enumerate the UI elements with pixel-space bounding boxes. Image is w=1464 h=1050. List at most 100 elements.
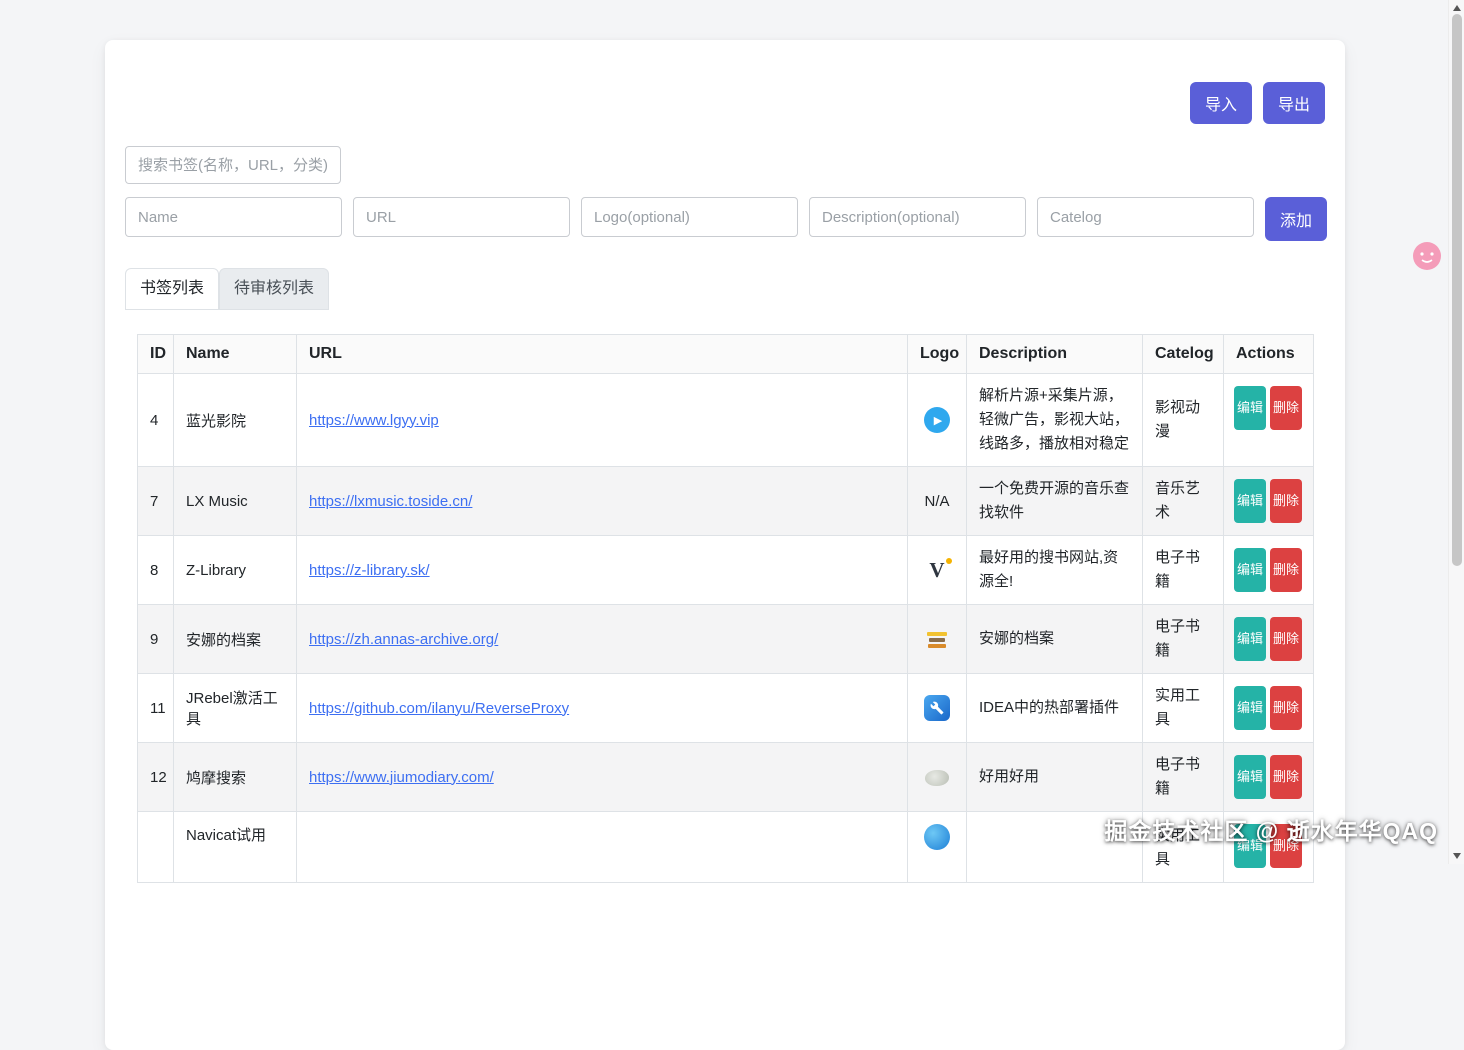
table-body: 4蓝光影院 https://www.lgyy.vip ▶ 解析片源+采集片源，轻微广告… — [138, 374, 1314, 883]
scrollbar-up-arrow-icon[interactable] — [1453, 5, 1461, 11]
name-field[interactable] — [125, 197, 342, 237]
cell-id: 4 — [138, 374, 174, 467]
na-logo-text: N/A — [924, 493, 949, 510]
bookmark-link[interactable]: https://z-library.sk/ — [309, 562, 430, 579]
tabs: 书签列表待审核列表 — [125, 268, 1325, 310]
cell-catelog: 影视动漫 — [1143, 374, 1224, 467]
cell-catelog: 电子书籍 — [1143, 743, 1224, 812]
export-button[interactable]: 导出 — [1263, 82, 1325, 124]
zlibrary-logo-icon: V — [929, 558, 944, 582]
tab-bookmarks[interactable]: 书签列表 — [125, 268, 219, 310]
column-header-url: URL — [297, 335, 908, 374]
table-row: 11JRebel激活工具 https://github.com/ilanyu/Re… — [138, 674, 1314, 743]
logo-field[interactable] — [581, 197, 798, 237]
cell-actions: 编辑删除 — [1224, 536, 1314, 605]
url-field[interactable] — [353, 197, 570, 237]
bookmark-link[interactable]: https://lxmusic.toside.cn/ — [309, 493, 472, 510]
annas-archive-logo-icon — [927, 632, 947, 648]
cell-name: JRebel激活工具 — [174, 674, 297, 743]
table-header-row: IDNameURLLogoDescriptionCatelogActions — [138, 335, 1314, 374]
cell-name: Z-Library — [174, 536, 297, 605]
cell-catelog: 电子书籍 — [1143, 536, 1224, 605]
import-button[interactable]: 导入 — [1190, 82, 1252, 124]
add-bookmark-form: 添加 — [125, 197, 1325, 241]
play-logo-icon: ▶ — [924, 407, 950, 433]
delete-button[interactable]: 删除 — [1270, 686, 1302, 730]
floating-widget-button[interactable] — [1412, 241, 1442, 271]
delete-button[interactable]: 删除 — [1270, 386, 1302, 430]
cell-name: 鸠摩搜索 — [174, 743, 297, 812]
cell-description: 最好用的搜书网站,资源全! — [967, 536, 1143, 605]
cell-id — [138, 812, 174, 883]
table-row: 12鸠摩搜索https://www.jiumodiary.com/好用好用电子书… — [138, 743, 1314, 812]
search-row — [125, 146, 1325, 184]
table-row: 4蓝光影院 https://www.lgyy.vip ▶ 解析片源+采集片源，轻微广告… — [138, 374, 1314, 467]
cell-id: 8 — [138, 536, 174, 605]
cell-url: https://zh.annas-archive.org/ — [297, 605, 908, 674]
column-header-name: Name — [174, 335, 297, 374]
column-header-description: Description — [967, 335, 1143, 374]
cell-actions: 编辑删除 — [1224, 374, 1314, 467]
navicat-logo-icon — [924, 824, 950, 850]
cell-name: Navicat试用 — [174, 812, 297, 883]
jiumo-logo-icon — [925, 770, 949, 786]
column-header-catelog: Catelog — [1143, 335, 1224, 374]
bookmark-table: IDNameURLLogoDescriptionCatelogActions 4… — [137, 334, 1314, 883]
cell-logo: N/A — [908, 467, 967, 536]
table-row: 8Z-Library https://z-library.sk/V 最好用的搜书网站… — [138, 536, 1314, 605]
cell-logo — [908, 674, 967, 743]
watermark-text: 掘金技术社区 @ 逝水年华QAQ — [1104, 812, 1438, 846]
edit-button[interactable]: 编辑 — [1234, 386, 1266, 430]
bookmark-link[interactable]: https://zh.annas-archive.org/ — [309, 631, 498, 648]
cell-catelog: 实用工具 — [1143, 674, 1224, 743]
delete-button[interactable]: 删除 — [1270, 755, 1302, 799]
cell-catelog: 电子书籍 — [1143, 605, 1224, 674]
delete-button[interactable]: 删除 — [1270, 548, 1302, 592]
cell-logo — [908, 605, 967, 674]
bookmark-link[interactable]: https://www.jiumodiary.com/ — [309, 769, 494, 786]
cell-name: 安娜的档案 — [174, 605, 297, 674]
cell-actions: 编辑删除 — [1224, 674, 1314, 743]
description-field[interactable] — [809, 197, 1026, 237]
scrollbar-down-arrow-icon[interactable] — [1453, 853, 1461, 859]
edit-button[interactable]: 编辑 — [1234, 617, 1266, 661]
wrench-logo-icon — [924, 695, 950, 721]
edit-button[interactable]: 编辑 — [1234, 755, 1266, 799]
table-row: 9安娜的档案https://zh.annas-archive.org/安娜的档案… — [138, 605, 1314, 674]
cell-logo — [908, 812, 967, 883]
top-actions: 导入 导出 — [125, 40, 1325, 124]
tab-pending[interactable]: 待审核列表 — [219, 268, 329, 310]
delete-button[interactable]: 删除 — [1270, 479, 1302, 523]
edit-button[interactable]: 编辑 — [1234, 479, 1266, 523]
cell-logo: ▶ — [908, 374, 967, 467]
cell-logo — [908, 743, 967, 812]
cell-url: https://lxmusic.toside.cn/ — [297, 467, 908, 536]
delete-button[interactable]: 删除 — [1270, 617, 1302, 661]
cell-catelog: 音乐艺术 — [1143, 467, 1224, 536]
cell-actions: 编辑删除 — [1224, 605, 1314, 674]
bookmark-link[interactable]: https://www.lgyy.vip — [309, 412, 439, 429]
scrollbar-thumb[interactable] — [1452, 14, 1462, 566]
catelog-field[interactable] — [1037, 197, 1254, 237]
bookmark-table-wrap: IDNameURLLogoDescriptionCatelogActions 4… — [137, 334, 1313, 883]
bookmark-link[interactable]: https://github.com/ilanyu/ReverseProxy — [309, 700, 569, 717]
cell-logo: V — [908, 536, 967, 605]
page-scrollbar — [1448, 0, 1464, 864]
cell-name: LX Music — [174, 467, 297, 536]
column-header-logo: Logo — [908, 335, 967, 374]
edit-button[interactable]: 编辑 — [1234, 548, 1266, 592]
bookmark-manager-card: 导入 导出 添加 书签列表待审核列表 IDNameURLLogoDescript… — [105, 40, 1345, 1050]
cell-url: https://www.lgyy.vip — [297, 374, 908, 467]
cell-name: 蓝光影院 — [174, 374, 297, 467]
add-button[interactable]: 添加 — [1265, 197, 1327, 241]
search-input[interactable] — [125, 146, 341, 184]
cell-url: https://www.jiumodiary.com/ — [297, 743, 908, 812]
cell-url: https://z-library.sk/ — [297, 536, 908, 605]
cell-description: 安娜的档案 — [967, 605, 1143, 674]
cell-actions: 编辑删除 — [1224, 743, 1314, 812]
table-row: 7LX Musichttps://lxmusic.toside.cn/N/A一个… — [138, 467, 1314, 536]
cell-description: 解析片源+采集片源，轻微广告，影视大站，线路多，播放相对稳定 — [967, 374, 1143, 467]
cell-id: 11 — [138, 674, 174, 743]
edit-button[interactable]: 编辑 — [1234, 686, 1266, 730]
column-header-id: ID — [138, 335, 174, 374]
